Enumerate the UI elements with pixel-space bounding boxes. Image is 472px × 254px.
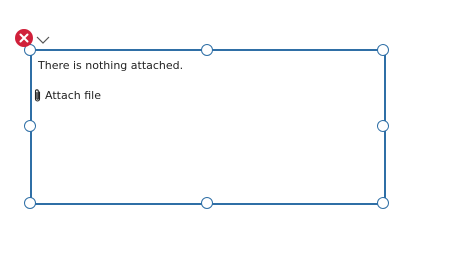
control-options-button[interactable] bbox=[35, 31, 51, 44]
resize-handle-middle-left[interactable] bbox=[24, 120, 36, 132]
resize-handle-top-center[interactable] bbox=[201, 44, 213, 56]
attachments-control[interactable] bbox=[30, 49, 386, 205]
resize-handle-bottom-left[interactable] bbox=[24, 197, 36, 209]
resize-handle-middle-right[interactable] bbox=[377, 120, 389, 132]
attach-file-label: Attach file bbox=[45, 88, 101, 102]
resize-handle-top-right[interactable] bbox=[377, 44, 389, 56]
resize-handle-bottom-right[interactable] bbox=[377, 197, 389, 209]
resize-handle-bottom-center[interactable] bbox=[201, 197, 213, 209]
delete-control-button[interactable] bbox=[15, 29, 33, 47]
design-canvas: There is nothing attached. Attach file bbox=[0, 0, 472, 254]
chevron-down-icon bbox=[36, 36, 50, 44]
empty-attachments-message: There is nothing attached. bbox=[38, 59, 184, 72]
close-icon bbox=[19, 33, 29, 43]
paperclip-icon bbox=[34, 88, 41, 102]
attach-file-link[interactable]: Attach file bbox=[33, 87, 101, 103]
